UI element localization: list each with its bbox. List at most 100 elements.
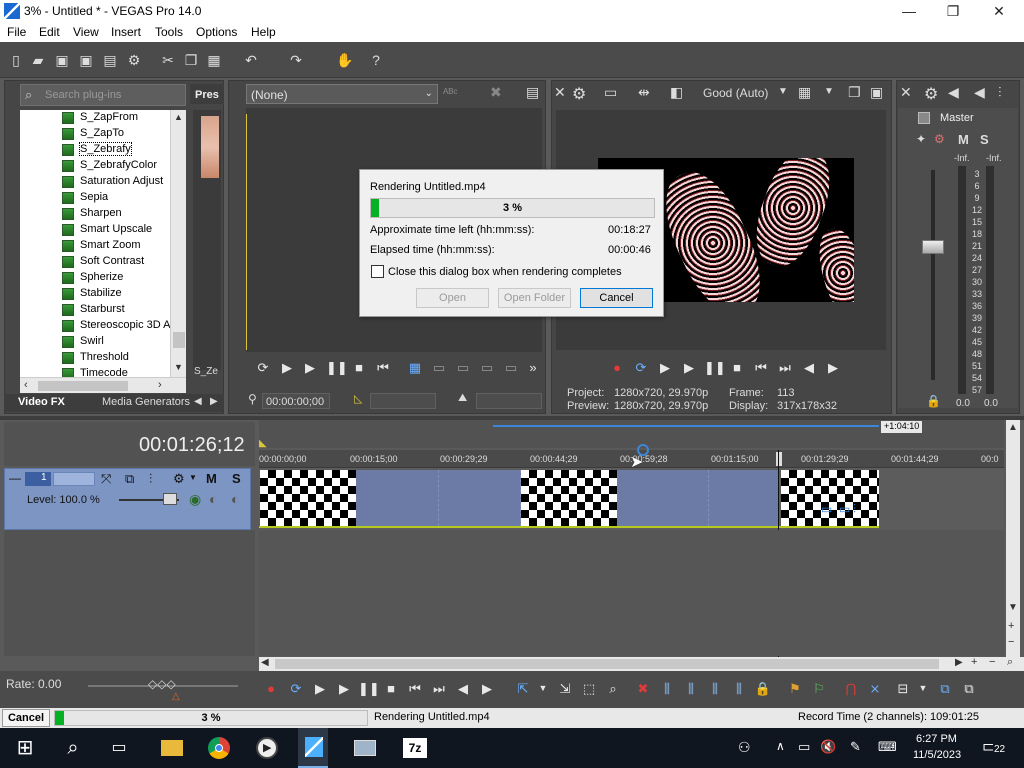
add-to-timeline-icon[interactable]: ▦ (406, 360, 424, 376)
play-icon[interactable]: ▶ (680, 360, 698, 376)
loop-icon[interactable]: ⟳ (254, 360, 272, 376)
chrome-icon[interactable] (204, 734, 234, 762)
list-item[interactable]: Stereoscopic 3D A (20, 318, 171, 334)
tab-scroll-left-icon[interactable]: ◀ (194, 396, 202, 407)
lock-envelopes-icon[interactable]: ⧉ (936, 681, 954, 697)
people-icon[interactable]: ⚇ (738, 739, 751, 756)
render-icon[interactable]: ▤ (102, 52, 118, 68)
hscroll-thumb[interactable] (275, 659, 939, 669)
prev-frame-icon[interactable]: ⏮ (374, 360, 392, 376)
track-mute-button[interactable]: M (206, 471, 217, 486)
delete-icon[interactable]: ✖ (634, 681, 652, 697)
open-button[interactable]: Open (416, 288, 489, 308)
paste-icon[interactable]: ▦ (206, 52, 222, 68)
master-fader[interactable] (922, 240, 944, 254)
stop-icon[interactable]: ■ (382, 681, 400, 696)
mixer-settings-icon[interactable]: ⫶ (998, 84, 1002, 101)
list-item[interactable]: Stabilize (20, 286, 170, 302)
play-icon[interactable]: ▶ (335, 681, 353, 697)
play-from-start-icon[interactable]: ▶ (311, 681, 329, 697)
cancel-render-button[interactable]: Cancel (580, 288, 653, 308)
plugin-search[interactable]: ⌕ Search plug-ins (20, 84, 186, 106)
more-icon[interactable]: » (524, 360, 542, 375)
empty-region[interactable] (439, 470, 521, 526)
list-item[interactable]: S_ZebrafyColor (20, 158, 170, 174)
trim-icon[interactable]: ⫼ (658, 681, 676, 697)
track-solo-button[interactable]: S (232, 471, 241, 486)
split-screen-icon[interactable]: ⇹ (638, 84, 650, 101)
next-frame-icon[interactable]: ▶ (478, 681, 496, 697)
photos-icon[interactable] (350, 734, 380, 762)
timeline-vscroll[interactable]: ▲ ▼ + − (1006, 420, 1020, 660)
rate-slider-handle[interactable]: ◇◇◇ (148, 677, 176, 691)
plugin-list-hscroll[interactable]: ‹ › (20, 377, 186, 393)
scroll-down-icon[interactable]: ▼ (1008, 602, 1018, 613)
list-item-selected[interactable]: S_Zebrafy (20, 142, 170, 158)
save-as-icon[interactable]: ▣ (78, 52, 94, 68)
menu-file[interactable]: File (7, 25, 26, 39)
list-item[interactable]: Starburst (20, 302, 170, 318)
prev-frame-icon[interactable]: ◀ (800, 360, 818, 376)
go-to-end-icon[interactable]: ⏭ (430, 681, 448, 697)
keyboard-icon[interactable]: ⌨ (878, 739, 897, 755)
ripple-edit-icon[interactable]: ⊟ (894, 681, 912, 697)
mute-icon[interactable]: ◀ (948, 84, 959, 101)
compositing-icon[interactable]: ⧉ (125, 471, 134, 487)
taskbar-time[interactable]: 6:27 PM (916, 733, 957, 745)
list-item[interactable]: Timecode (20, 366, 170, 377)
track-name-field[interactable] (53, 472, 95, 486)
new-file-icon[interactable]: ▯ (8, 52, 24, 68)
media-player-icon[interactable]: ▶ (252, 734, 282, 762)
hscroll-thumb[interactable] (38, 381, 128, 391)
video-clip[interactable] (260, 470, 356, 526)
status-cancel-button[interactable]: Cancel (2, 709, 50, 727)
remove-icon[interactable]: ✖ (490, 84, 502, 101)
lock-icon[interactable]: 🔒 (926, 394, 941, 408)
pause-icon[interactable]: ❚❚ (358, 681, 380, 697)
stop-icon[interactable]: ■ (350, 360, 368, 375)
open-folder-button[interactable]: Open Folder (498, 288, 571, 308)
preset-thumbnail[interactable] (201, 116, 219, 178)
trim-start-icon[interactable]: ⫼ (682, 681, 700, 697)
tab-scroll-right-icon[interactable]: ▶ (210, 396, 218, 407)
menu-view[interactable]: View (73, 25, 99, 39)
timeline-position[interactable]: 00:01:26;12 (139, 434, 245, 457)
overlay-icon[interactable]: ◧ (670, 84, 683, 101)
tab-media-generators[interactable]: Media Generators (102, 396, 190, 408)
menu-edit[interactable]: Edit (39, 25, 60, 39)
save-icon[interactable]: ▣ (54, 52, 70, 68)
grid-chevron-down-icon[interactable]: ▼ (824, 86, 834, 97)
track-fx-icon[interactable]: ⫶ (149, 471, 152, 487)
ripple-chevron-icon[interactable]: ▼ (914, 683, 932, 693)
empty-region[interactable] (709, 470, 779, 526)
play-icon[interactable]: ▶ (301, 360, 319, 376)
enable-snapping-icon[interactable]: ✋ (336, 52, 353, 68)
mixer-gear-icon[interactable]: ⚙ (924, 84, 938, 104)
replace-icon[interactable]: ▭ (478, 360, 496, 376)
video-track-header[interactable]: — 1 ⤧ ⧉ ⫶ ⚙ ▼ M S Level: 100.0 % ◉ ◐ ◐ (4, 468, 251, 530)
menu-help[interactable]: Help (251, 25, 276, 39)
zoom-out-time-icon[interactable]: − (989, 656, 995, 668)
spell-icon[interactable]: ᴬᴮᶜ (443, 86, 458, 100)
list-item[interactable]: Sharpen (20, 206, 170, 222)
clip-fx-icon[interactable]: ▭ (821, 502, 832, 516)
grid-icon[interactable]: ▦ (798, 84, 811, 101)
list-item[interactable]: Smart Zoom (20, 238, 170, 254)
prev-frame-icon[interactable]: ◀ (454, 681, 472, 697)
trimmer-in-field[interactable] (370, 393, 436, 409)
auto-crossfade-icon[interactable]: ⨯ (866, 681, 884, 697)
scroll-left-icon[interactable]: ‹ (24, 379, 28, 391)
trimmer-menu-icon[interactable]: ▤ (526, 84, 539, 101)
save-snapshot-icon[interactable]: ▣ (870, 84, 883, 101)
trimmer-length-field[interactable] (476, 393, 542, 409)
close-x-icon[interactable]: ✕ (554, 84, 566, 101)
zoom-icon[interactable]: ⌕ (1007, 656, 1013, 669)
open-folder-icon[interactable]: ▰ (30, 52, 46, 68)
menu-tools[interactable]: Tools (155, 25, 183, 39)
preview-quality[interactable]: Good (Auto) (703, 86, 768, 100)
list-item[interactable]: Saturation Adjust (20, 174, 170, 190)
zoom-in-time-icon[interactable]: + (971, 656, 977, 668)
trimmer-timecode[interactable]: 00:00:00;00 (262, 393, 330, 409)
lock-event-icon[interactable]: 🔒 (754, 681, 772, 697)
list-item[interactable]: S_ZapFrom (20, 110, 170, 126)
